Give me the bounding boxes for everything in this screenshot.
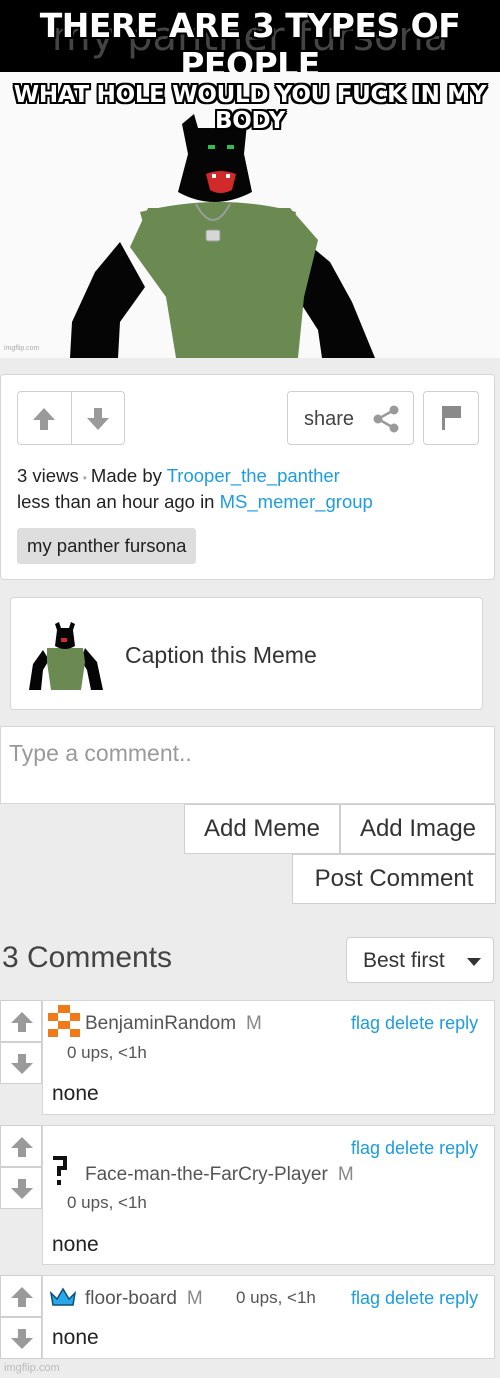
arrow-down-icon <box>11 1179 33 1199</box>
meme-headline-text: WHAT HOLE WOULD YOU FUCK IN MY BODY <box>13 82 487 134</box>
arrow-up-icon <box>11 1012 33 1032</box>
upvote-button[interactable] <box>18 392 71 444</box>
comment-item: flag delete reply Face-man-the-FarCry-Play… <box>42 1125 495 1265</box>
author-link[interactable]: Trooper_the_panther <box>167 465 340 486</box>
comment-username[interactable]: floor-board <box>85 1288 177 1309</box>
comment-ups: 0 ups, <1h <box>67 1043 147 1062</box>
comment-sort-select[interactable]: Best first <box>346 937 494 983</box>
share-button[interactable]: share <box>287 391 414 445</box>
comment-actions: flag delete reply <box>346 1138 478 1159</box>
comment-downvote-button[interactable] <box>0 1167 42 1209</box>
meme-top-caption-band: my panther fursona THERE ARE 3 TYPES OF … <box>0 0 500 72</box>
caption-this-meme-label: Caption this Meme <box>125 642 317 668</box>
sort-label: Best first <box>363 949 445 972</box>
moderator-badge: M <box>337 1164 354 1185</box>
meme-thumbnail <box>29 622 103 690</box>
meme-info-card: share 3 views • Made by Trooper_the_panthe… <box>0 374 495 580</box>
comment-reply-link[interactable]: reply <box>439 1013 478 1033</box>
comment-reply-link[interactable]: reply <box>439 1288 478 1308</box>
meme-top-caption: THERE ARE 3 TYPES OF PEOPLE <box>39 6 461 72</box>
crown-avatar-icon[interactable] <box>49 1287 77 1307</box>
moderator-badge: M <box>186 1288 203 1309</box>
comment-author: Face-man-the-FarCry-Player M <box>85 1164 354 1186</box>
comment-text: none <box>52 1233 99 1256</box>
comment-downvote-button[interactable] <box>0 1317 42 1359</box>
comment-username[interactable]: BenjaminRandom <box>85 1013 236 1034</box>
arrow-down-icon <box>87 408 109 430</box>
meme-image: WHAT HOLE WOULD YOU FUCK IN MY BODY imgf… <box>0 72 500 358</box>
comment-delete-link[interactable]: delete <box>385 1288 434 1308</box>
downvote-button[interactable] <box>72 392 125 444</box>
comments-count: 3 Comments <box>2 941 173 974</box>
orange-pixel-avatar-icon[interactable] <box>48 1005 80 1037</box>
comment-flag-link[interactable]: flag <box>351 1013 380 1033</box>
question-mark-avatar-icon[interactable] <box>51 1154 71 1186</box>
add-meme-button[interactable]: Add Meme <box>184 804 340 854</box>
arrow-up-icon <box>11 1137 33 1157</box>
share-label: share <box>304 408 355 430</box>
imgflip-watermark: imgflip.com <box>4 1362 60 1374</box>
arrow-down-icon <box>11 1054 33 1074</box>
share-icon <box>373 405 399 433</box>
group-link[interactable]: MS_memer_group <box>220 491 373 512</box>
comment-author: floor-board M <box>85 1288 203 1310</box>
comment-flag-link[interactable]: flag <box>351 1288 380 1308</box>
comment-input[interactable] <box>1 727 494 803</box>
flag-meme-button[interactable] <box>423 391 479 445</box>
meme-meta-line-1: 3 views • Made by Trooper_the_panther <box>17 465 340 486</box>
comment-downvote-button[interactable] <box>0 1042 42 1084</box>
comment-actions: flag delete reply <box>346 1288 478 1309</box>
comment-ups: 0 ups, <1h <box>236 1288 316 1307</box>
moderator-badge: M <box>246 1013 262 1034</box>
arrow-up-icon <box>33 408 55 430</box>
meme-vote-box <box>17 391 125 445</box>
comment-upvote-button[interactable] <box>0 1125 42 1167</box>
meme-meta-line-2: less than an hour ago in MS_memer_group <box>17 491 373 513</box>
arrow-down-icon <box>11 1329 33 1349</box>
post-comment-button[interactable]: Post Comment <box>292 854 496 904</box>
comment-item: BenjaminRandom M flag delete reply 0 ups, <… <box>42 1000 495 1115</box>
flag-icon <box>442 406 461 430</box>
comment-item: floor-board M 0 ups, <1h flag delete reply … <box>42 1275 495 1359</box>
caption-this-meme-card[interactable]: Caption this Meme <box>10 597 483 710</box>
comment-upvote-button[interactable] <box>0 1275 42 1317</box>
comment-actions: flag delete reply <box>346 1013 478 1034</box>
meme-watermark: imgflip.com <box>4 345 40 352</box>
add-image-button[interactable]: Add Image <box>340 804 496 854</box>
made-by-label: Made by <box>90 465 162 486</box>
comment-username[interactable]: Face-man-the-FarCry-Player <box>85 1164 328 1185</box>
comment-upvote-button[interactable] <box>0 1000 42 1042</box>
caret-down-icon <box>467 958 481 966</box>
meme-tag[interactable]: my panther fursona <box>17 528 197 564</box>
view-count: 3 views <box>17 465 79 486</box>
comment-text: none <box>52 1082 99 1105</box>
comment-delete-link[interactable]: delete <box>385 1138 434 1158</box>
comment-author: BenjaminRandom M <box>85 1013 262 1035</box>
comment-flag-link[interactable]: flag <box>351 1138 380 1158</box>
arrow-up-icon <box>11 1287 33 1307</box>
comment-text: none <box>52 1326 99 1349</box>
posted-time: less than an hour ago in <box>17 491 215 512</box>
comment-reply-link[interactable]: reply <box>439 1138 478 1158</box>
comment-input-box <box>0 726 495 804</box>
comment-ups: 0 ups, <1h <box>67 1193 147 1212</box>
comment-delete-link[interactable]: delete <box>385 1013 434 1033</box>
